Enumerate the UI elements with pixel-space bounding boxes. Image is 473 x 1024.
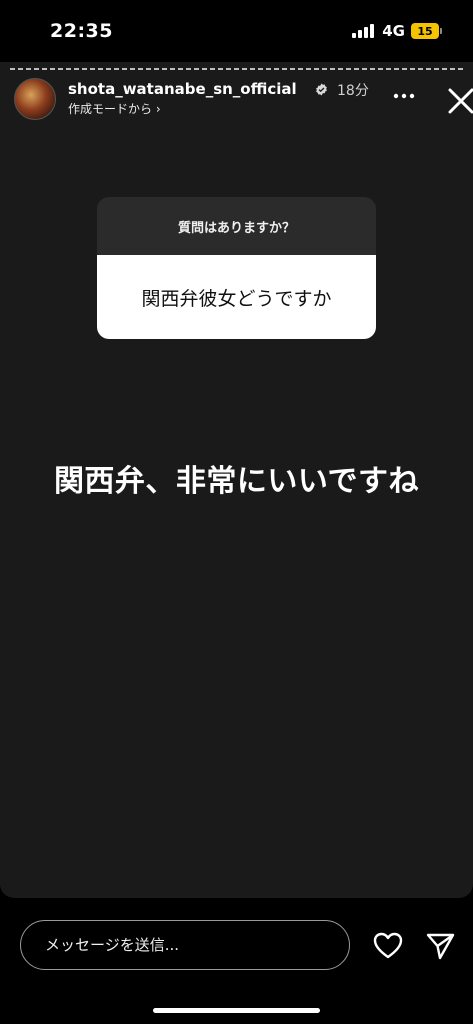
- send-icon[interactable]: [424, 930, 456, 962]
- signal-icon: [352, 24, 375, 38]
- status-indicators: 4G 15: [352, 22, 442, 40]
- time-ago: 18分: [337, 83, 369, 99]
- avatar[interactable]: [14, 78, 56, 120]
- status-time: 22:35: [50, 20, 113, 42]
- answer-text: 関西弁、非常にいいですね: [53, 464, 420, 499]
- story-view[interactable]: shota_watanabe_sn_official 18分 作成モードから ›…: [0, 62, 473, 898]
- home-indicator: [153, 1008, 320, 1013]
- question-sticker-header: 質問はありますか？: [97, 197, 376, 255]
- more-dots-icon[interactable]: [390, 86, 418, 106]
- username[interactable]: shota_watanabe_sn_official: [68, 80, 297, 98]
- message-input[interactable]: [20, 920, 350, 970]
- story-progress-bar: [10, 68, 463, 70]
- status-bar: 22:35 4G 15: [0, 0, 473, 62]
- heart-icon[interactable]: [372, 930, 404, 962]
- create-mode-link[interactable]: 作成モードから ›: [68, 100, 161, 117]
- close-icon[interactable]: [444, 84, 473, 118]
- story-header: shota_watanabe_sn_official 18分 作成モードから ›: [14, 78, 473, 120]
- verified-badge-icon: [316, 83, 327, 96]
- question-sticker-question: 関西弁彼女どうですか: [97, 255, 376, 339]
- network-type: 4G: [382, 22, 405, 40]
- question-sticker[interactable]: 質問はありますか？ 関西弁彼女どうですか: [97, 197, 376, 339]
- battery-icon: 15: [411, 23, 442, 39]
- battery-level: 15: [417, 24, 433, 38]
